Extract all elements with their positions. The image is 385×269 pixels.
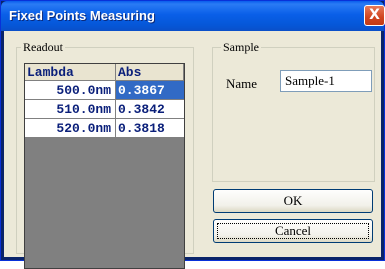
readout-table[interactable]: Lambda Abs 500.0nm 0.3867 510.0nm 0.3842… xyxy=(24,63,185,269)
readout-group-label: Readout xyxy=(21,40,65,54)
window-title: Fixed Points Measuring xyxy=(9,8,155,23)
dialog-client-area: Readout Lambda Abs 500.0nm 0.3867 510.0n… xyxy=(4,31,381,269)
readout-group: Readout Lambda Abs 500.0nm 0.3867 510.0n… xyxy=(16,40,194,269)
sample-name-input[interactable]: Sample-1 xyxy=(280,70,372,92)
focus-rectangle xyxy=(217,223,369,239)
ok-button-label: OK xyxy=(283,193,303,208)
column-header-lambda: Lambda xyxy=(25,64,116,81)
close-button[interactable]: X xyxy=(364,5,385,26)
cancel-button[interactable]: Cancel xyxy=(213,219,373,243)
ok-button[interactable]: OK xyxy=(213,189,373,213)
row-2-lambda-cell[interactable]: 510.0nm xyxy=(25,100,116,119)
sample-name-label: Name xyxy=(226,76,258,91)
title-bar[interactable]: Fixed Points Measuring X xyxy=(1,1,385,31)
row-2-abs-cell[interactable]: 0.3842 xyxy=(116,100,184,119)
sample-group-label: Sample xyxy=(221,40,261,54)
close-icon: X xyxy=(369,7,380,23)
column-header-abs: Abs xyxy=(116,64,184,81)
sample-group: Sample xyxy=(212,40,375,182)
dialog-window: Fixed Points Measuring X Readout Lambda … xyxy=(0,0,385,269)
row-1-lambda-cell[interactable]: 500.0nm xyxy=(25,81,116,100)
row-3-lambda-cell[interactable]: 520.0nm xyxy=(25,119,116,138)
row-3-abs-cell[interactable]: 0.3818 xyxy=(116,119,184,138)
row-1-abs-cell[interactable]: 0.3867 xyxy=(116,81,184,100)
